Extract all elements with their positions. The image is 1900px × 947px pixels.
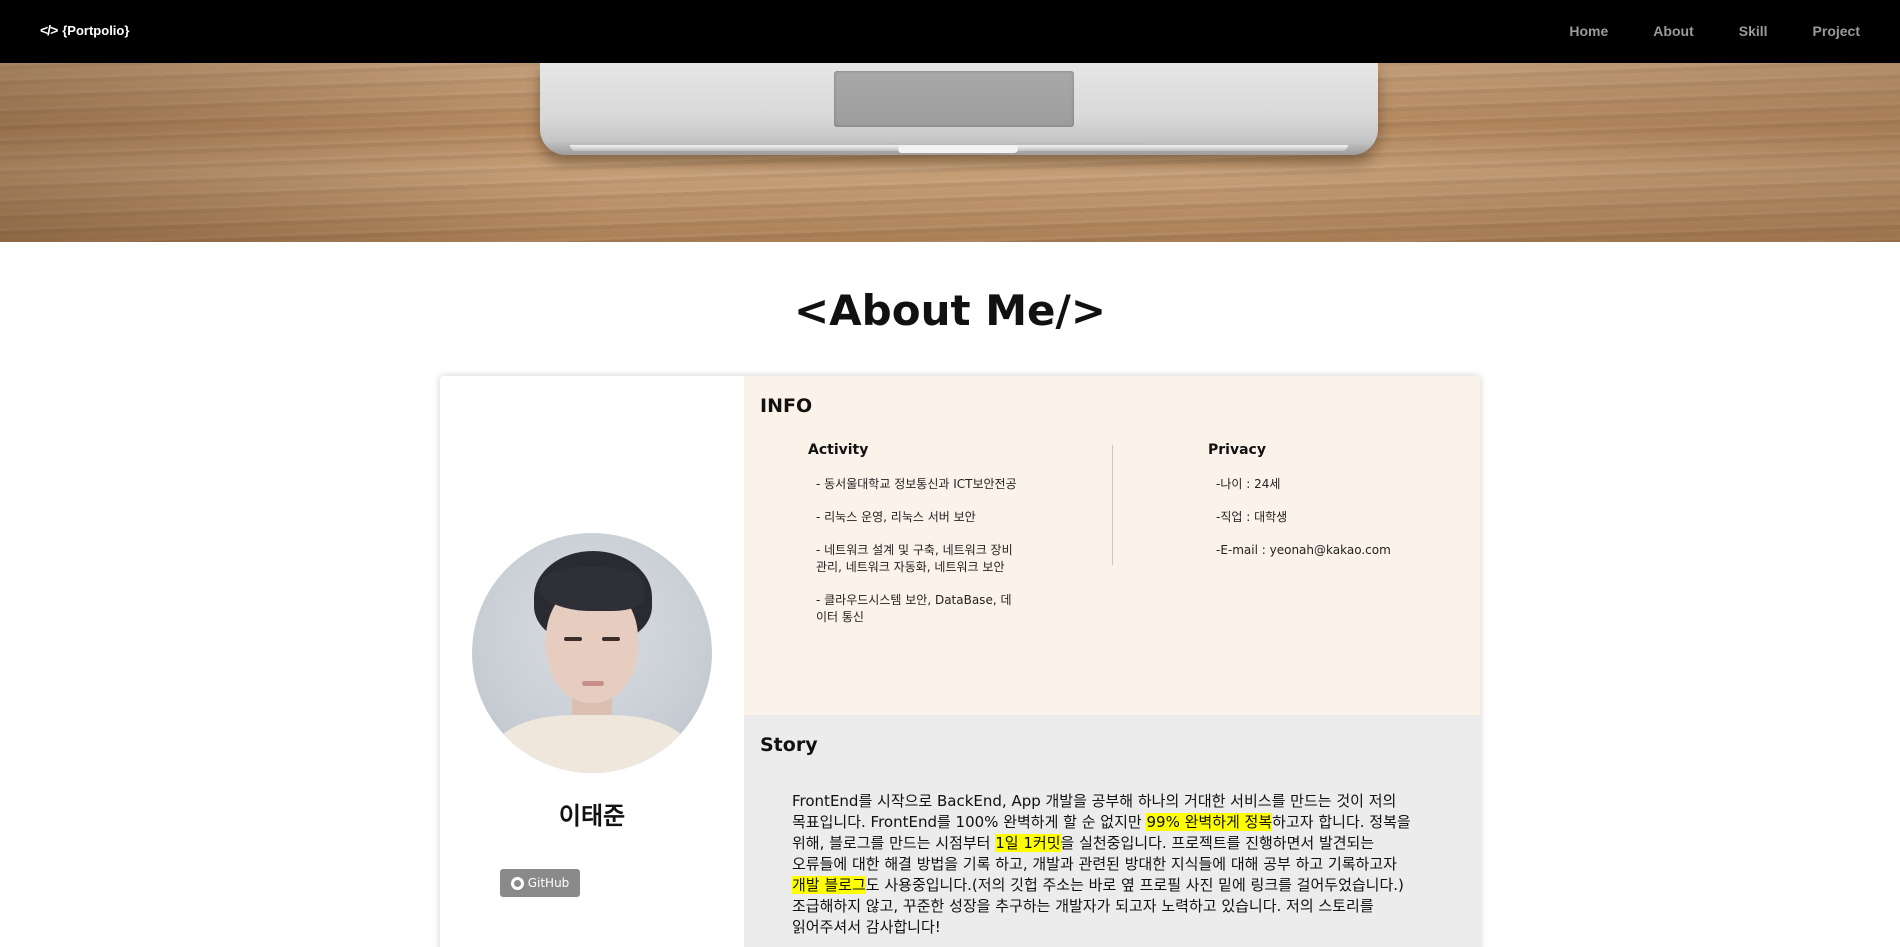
profile-panel: 이태준 GitHub (440, 376, 744, 947)
nav-link-home[interactable]: Home (1569, 23, 1608, 39)
nav-links: Home About Skill Project (1524, 23, 1860, 39)
story-text: FrontEnd를 시작으로 BackEnd, App 개발을 공부해 하나의 … (792, 792, 1411, 936)
privacy-title: Privacy (1208, 442, 1266, 458)
info-title: INFO (760, 395, 813, 417)
about-card: 이태준 GitHub INFO Activity - 동서울대학교 정보통신과 … (440, 376, 1480, 947)
list-item: -직업 : 대학생 (1216, 510, 1288, 524)
story-title: Story (760, 734, 818, 756)
nav-link-project[interactable]: Project (1813, 23, 1860, 39)
avatar (472, 533, 712, 773)
nav-link-skill[interactable]: Skill (1739, 23, 1768, 39)
profile-name: 이태준 (558, 802, 626, 830)
brand-name: {Portpolio} (62, 22, 130, 38)
github-button[interactable]: GitHub (500, 869, 580, 897)
brand-logo[interactable]: </> {Portpolio} (40, 22, 129, 38)
story-panel: Story FrontEnd를 시작으로 BackEnd, App 개발을 공부… (744, 715, 1480, 947)
highlight: 1일 1커밋 (995, 834, 1061, 852)
activity-title: Activity (808, 442, 869, 458)
navbar: </> {Portpolio} Home About Skill Project (0, 0, 1900, 63)
highlight: 99% 완벽하게 정복 (1146, 813, 1273, 831)
nav-link-about[interactable]: About (1653, 23, 1693, 39)
laptop-trackpad (834, 71, 1074, 127)
list-item: -나이 : 24세 (1216, 477, 1281, 491)
activity-list: - 동서울대학교 정보통신과 ICT보안전공 - 리눅스 운영, 리눅스 서버 … (816, 476, 1021, 642)
code-icon: </> (40, 22, 58, 38)
list-item: - 리눅스 운영, 리눅스 서버 보안 (816, 510, 976, 524)
list-item: - 동서울대학교 정보통신과 ICT보안전공 (816, 477, 1017, 491)
info-panel: INFO Activity - 동서울대학교 정보통신과 ICT보안전공 - 리… (744, 376, 1480, 715)
github-label: GitHub (527, 876, 570, 890)
github-icon (510, 876, 524, 890)
highlight: 개발 블로그 (792, 876, 866, 894)
column-divider (1112, 445, 1113, 565)
list-item: - 클라우드시스템 보안, DataBase, 데이터 통신 (816, 593, 1012, 624)
list-item: -E-mail : yeonah@kakao.com (1216, 543, 1391, 557)
laptop-image (540, 63, 1378, 155)
list-item: - 네트워크 설계 및 구축, 네트워크 장비관리, 네트워크 자동화, 네트워… (816, 543, 1013, 574)
about-title: <About Me/> (793, 286, 1107, 335)
privacy-list: -나이 : 24세 -직업 : 대학생 -E-mail : yeonah@kak… (1216, 476, 1391, 575)
hero-banner-image (0, 63, 1900, 242)
